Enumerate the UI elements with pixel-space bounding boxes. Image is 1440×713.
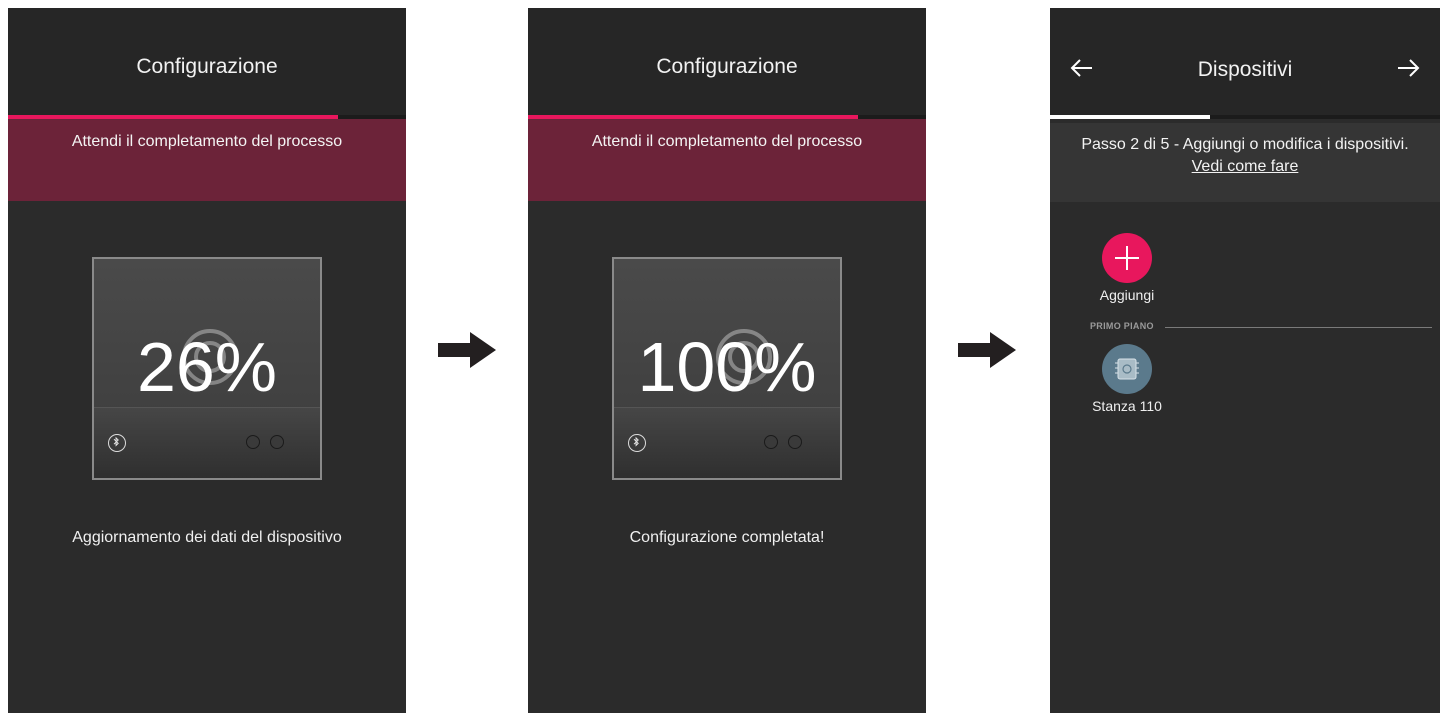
banner-text: Attendi il completamento del processo (591, 133, 863, 150)
page-title: Configurazione (136, 55, 278, 78)
arrow-right-icon (958, 332, 1016, 368)
device-illustration: 26% (92, 257, 322, 480)
info-banner: Attendi il completamento del processo (8, 119, 406, 201)
progress-bar (1050, 115, 1440, 119)
progress-percent: 100% (637, 328, 817, 406)
bluetooth-icon (628, 434, 646, 452)
section-label: PRIMO PIANO (1090, 321, 1154, 331)
room-device-button[interactable] (1102, 344, 1152, 394)
device-panel-bottom (94, 407, 320, 478)
help-link[interactable]: Vedi come fare (1050, 156, 1440, 178)
device-illustration: 100% (612, 257, 842, 480)
status-text: Aggiornamento dei dati del dispositivo (72, 529, 342, 546)
forward-arrow-icon[interactable] (1394, 54, 1422, 82)
section-divider (1165, 327, 1432, 328)
screen-devices: Dispositivi Passo 2 di 5 - Aggiungi o mo… (1050, 8, 1440, 713)
step-text-container: Passo 2 di 5 - Aggiungi o modifica i dis… (1050, 134, 1440, 178)
led-indicator (270, 435, 284, 449)
led-indicator (788, 435, 802, 449)
led-indicator (764, 435, 778, 449)
step-info: Passo 2 di 5 - Aggiungi o modifica i dis… (1050, 123, 1440, 202)
screen-configuration-progress: Configurazione Attendi il completamento … (8, 8, 406, 713)
page-title: Configurazione (656, 55, 798, 78)
progress-fill (1050, 115, 1210, 119)
banner-text: Attendi il completamento del processo (71, 133, 343, 150)
led-indicator (246, 435, 260, 449)
step-text: Passo 2 di 5 - Aggiungi o modifica i dis… (1081, 136, 1409, 153)
status-text: Configurazione completata! (629, 529, 825, 546)
plus-icon (1115, 246, 1139, 270)
add-device-label: Aggiungi (1099, 287, 1155, 303)
arrow-right-icon (438, 332, 496, 368)
add-device-button[interactable] (1102, 233, 1152, 283)
header-bar: Configurazione (8, 8, 406, 115)
bluetooth-icon (108, 434, 126, 452)
screen-configuration-complete: Configurazione Attendi il completamento … (528, 8, 926, 713)
room-device-label: Stanza 110 (1092, 398, 1162, 414)
header-bar: Dispositivi (1050, 8, 1440, 115)
device-panel-bottom (614, 407, 840, 478)
device-module-icon (1115, 358, 1139, 380)
info-banner: Attendi il completamento del processo (528, 119, 926, 201)
page-title: Dispositivi (1197, 58, 1293, 81)
progress-percent: 26% (136, 328, 278, 406)
header-bar: Configurazione (528, 8, 926, 115)
